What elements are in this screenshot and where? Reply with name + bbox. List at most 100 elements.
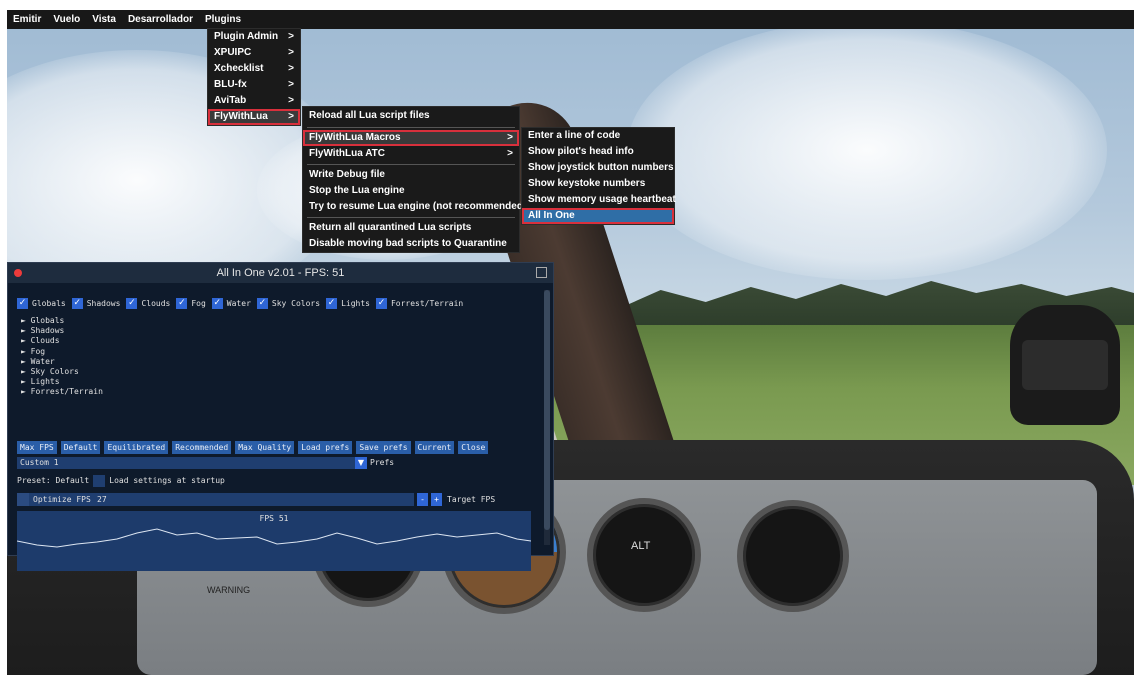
tree-node-shadows[interactable]: ► Shadows [21, 326, 103, 336]
menu-vuelo[interactable]: Vuelo [47, 10, 86, 29]
menu-item-xpuipc[interactable]: XPUIPC > [208, 45, 300, 61]
menu-separator [307, 164, 515, 165]
chevron-right-icon: > [288, 111, 294, 122]
menu-item-return-quarantined[interactable]: Return all quarantined Lua scripts [303, 220, 519, 236]
checkbox-globals[interactable]: ✓ Globals [17, 298, 66, 309]
menu-bar: Emitir Vuelo Vista Desarrollador Plugins [7, 10, 1134, 29]
close-button[interactable]: Close [458, 441, 489, 454]
menu-vista[interactable]: Vista [86, 10, 122, 29]
load-at-startup-label: Load settings at startup [109, 476, 225, 485]
prefs-label: Prefs [370, 458, 395, 467]
tree-node-fog[interactable]: ► Fog [21, 347, 103, 357]
menu-item-xchecklist[interactable]: Xchecklist > [208, 61, 300, 77]
section-checkboxes: ✓ Globals ✓ Shadows ✓ Clouds ✓ Fog ✓ Water ✓ S… [17, 298, 463, 309]
max-fps-button[interactable]: Max FPS [17, 441, 57, 454]
menu-item-reload-lua[interactable]: Reload all Lua script files [303, 107, 519, 125]
recommended-button[interactable]: Recommended [172, 441, 232, 454]
load-prefs-button[interactable]: Load prefs [298, 441, 353, 454]
menu-item-keystroke-numbers[interactable]: Show keystoke numbers [522, 176, 674, 192]
fps-graph-line [17, 528, 531, 548]
check-icon: ✓ [126, 298, 138, 309]
equilibrated-button[interactable]: Equilibrated [104, 441, 169, 454]
check-icon: ✓ [211, 298, 223, 309]
menu-item-plugin-admin[interactable]: Plugin Admin > [208, 29, 300, 45]
chevron-right-icon: > [288, 31, 294, 42]
chevron-right-icon: > [288, 47, 294, 58]
preset-buttons: Max FPS Default Equilibrated Recommended… [17, 441, 489, 454]
menu-item-resume-lua[interactable]: Try to resume Lua engine (not recommende… [303, 199, 526, 215]
window-title: All In One v2.01 - FPS: 51 [216, 267, 345, 279]
macros-menu: Enter a line of code Show pilot's head i… [522, 128, 676, 224]
window-body: ✓ Globals ✓ Shadows ✓ Clouds ✓ Fog ✓ Water ✓ S… [8, 288, 538, 571]
preset-row: Preset: Default Load settings at startup [17, 475, 225, 487]
preset-label: Preset: Default [17, 476, 90, 485]
menu-item-memory-heartbeat[interactable]: Show memory usage heartbeat [522, 192, 676, 208]
optimize-fps-checkbox[interactable] [17, 493, 29, 506]
menu-item-flywithlua[interactable]: FlyWithLua > [208, 109, 300, 125]
check-icon: ✓ [17, 298, 28, 309]
tree-node-water[interactable]: ► Water [21, 357, 103, 367]
menu-item-disable-quarantine[interactable]: Disable moving bad scripts to Quarantine [303, 236, 519, 252]
check-icon: ✓ [71, 298, 83, 309]
tree-node-sky-colors[interactable]: ► Sky Colors [21, 367, 103, 377]
altimeter: ALT [587, 498, 701, 612]
tree-node-clouds[interactable]: ► Clouds [21, 336, 103, 346]
menu-item-blu-fx[interactable]: BLU-fx > [208, 77, 300, 93]
checkbox-fog[interactable]: ✓ Fog [176, 298, 206, 309]
restore-icon[interactable] [536, 267, 547, 278]
tree-node-forrest-terrain[interactable]: ► Forrest/Terrain [21, 387, 103, 397]
menu-item-flywithlua-macros[interactable]: FlyWithLua Macros > [303, 130, 519, 146]
load-at-startup-checkbox[interactable] [93, 475, 106, 487]
menu-separator [307, 127, 515, 128]
current-button[interactable]: Current [414, 441, 455, 454]
prefs-combo[interactable]: Custom 1 [17, 457, 367, 469]
check-icon: ✓ [375, 298, 387, 309]
target-fps-label: Target FPS [447, 495, 496, 504]
settings-tree: ► Globals ► Shadows ► Clouds ► Fog ► Wat… [21, 316, 103, 398]
compass [1010, 305, 1120, 425]
menu-item-write-debug[interactable]: Write Debug file [303, 167, 519, 183]
checkbox-clouds[interactable]: ✓ Clouds [126, 298, 170, 309]
menu-plugins[interactable]: Plugins [199, 10, 247, 29]
chevron-right-icon: > [507, 132, 513, 143]
checkbox-water[interactable]: ✓ Water [211, 298, 251, 309]
menu-item-stop-lua[interactable]: Stop the Lua engine [303, 183, 519, 199]
save-prefs-button[interactable]: Save prefs [356, 441, 411, 454]
all-in-one-window: All In One v2.01 - FPS: 51 ✓ Globals ✓ Sha… [7, 262, 554, 571]
checkbox-forrest-terrain[interactable]: ✓ Forrest/Terrain [375, 298, 463, 309]
default-button[interactable]: Default [60, 441, 101, 454]
tree-node-globals[interactable]: ► Globals [21, 316, 103, 326]
menu-separator [307, 217, 515, 218]
vor-indicator [737, 500, 849, 612]
max-quality-button[interactable]: Max Quality [235, 441, 295, 454]
checkbox-lights[interactable]: ✓ Lights [326, 298, 370, 309]
checkbox-shadows[interactable]: ✓ Shadows [71, 298, 120, 309]
check-icon: ✓ [326, 298, 338, 309]
optimize-fps-label: Optimize FPS [33, 495, 91, 504]
decrease-fps-button[interactable]: - [417, 493, 428, 506]
menu-emitir[interactable]: Emitir [7, 10, 47, 29]
optimize-fps-row: Optimize FPS 27 - + Target FPS [17, 493, 517, 506]
menu-item-joystick-buttons[interactable]: Show joystick button numbers [522, 160, 674, 176]
scrollbar[interactable] [544, 290, 550, 545]
menu-item-all-in-one[interactable]: All In One [522, 208, 674, 224]
menu-desarrollador[interactable]: Desarrollador [122, 10, 199, 29]
chevron-down-icon[interactable]: ▼ [355, 457, 367, 469]
increase-fps-button[interactable]: + [431, 493, 442, 506]
cloud [627, 20, 1107, 280]
menu-item-pilot-head-info[interactable]: Show pilot's head info [522, 144, 674, 160]
plugins-menu: Plugin Admin > XPUIPC > Xchecklist > BLU-fx… [208, 29, 300, 125]
window-titlebar[interactable]: All In One v2.01 - FPS: 51 [8, 263, 553, 283]
close-icon[interactable] [14, 269, 22, 277]
checkbox-sky-colors[interactable]: ✓ Sky Colors [256, 298, 320, 309]
chevron-right-icon: > [507, 148, 513, 159]
check-icon: ✓ [256, 298, 268, 309]
menu-item-enter-code[interactable]: Enter a line of code [522, 128, 674, 144]
tree-node-lights[interactable]: ► Lights [21, 377, 103, 387]
menu-item-flywithlua-atc[interactable]: FlyWithLua ATC > [303, 146, 519, 162]
flywithlua-menu: Reload all Lua script files FlyWithLua M… [303, 107, 526, 252]
warning-placard: WARNING [207, 585, 251, 595]
menu-item-avitab[interactable]: AviTab > [208, 93, 300, 109]
chevron-right-icon: > [288, 95, 294, 106]
fps-graph: FPS 51 [17, 511, 531, 571]
